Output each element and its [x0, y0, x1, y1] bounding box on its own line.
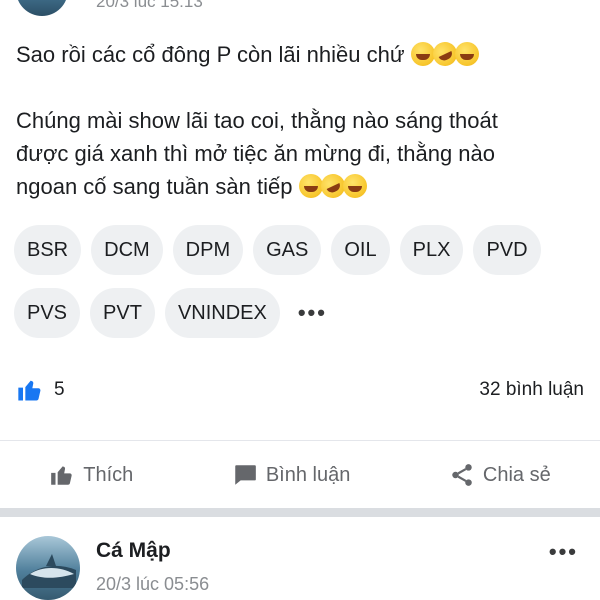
tag-chip[interactable]: OIL: [331, 225, 390, 275]
like-button[interactable]: Thích: [49, 462, 133, 488]
avatar[interactable]: [16, 536, 80, 600]
divider: [0, 440, 600, 441]
tag-row-1: BSR DCM DPM GAS OIL PLX PVD: [14, 225, 594, 275]
laughing-emoji-icon: [298, 174, 323, 198]
post-text-line: Chúng mài show lãi tao coi, thằng nào sá…: [16, 108, 498, 133]
stock-tags: BSR DCM DPM GAS OIL PLX PVD PVS PVT VNIN…: [14, 225, 594, 351]
share-button[interactable]: Chia sẻ: [449, 462, 551, 488]
like-count[interactable]: 5: [54, 379, 65, 401]
tag-chip[interactable]: PLX: [399, 225, 464, 275]
tag-chip[interactable]: VNINDEX: [164, 288, 280, 338]
avatar[interactable]: [16, 0, 68, 16]
post-timestamp[interactable]: 20/3 lúc 15:13: [96, 0, 203, 12]
share-button-label: Chia sẻ: [482, 463, 551, 486]
comment-icon: [235, 465, 256, 485]
previous-post-header: 20/3 lúc 15:13: [0, 0, 600, 22]
like-button-label: Thích: [83, 463, 134, 486]
tag-chip[interactable]: DCM: [91, 225, 163, 275]
shark-avatar-image: [22, 554, 76, 588]
laughing-emoji-icon: [410, 42, 435, 66]
post-stats: 5 32 bình luận: [16, 372, 584, 408]
post-text-line: ngoan cố sang tuần sàn tiếp: [16, 170, 586, 203]
tag-chip[interactable]: GAS: [253, 225, 322, 275]
more-tags-button[interactable]: •••: [298, 300, 327, 326]
post-text-paragraph-1: Sao rồi các cổ đông P còn lãi nhiều chứ: [16, 42, 405, 67]
comment-button-label: Bình luận: [265, 463, 351, 486]
tag-row-2: PVS PVT VNINDEX •••: [14, 288, 594, 338]
post-actions: Thích Bình luận Chia sẻ: [0, 452, 600, 498]
grinning-sweat-emoji-icon: [454, 42, 479, 66]
post-text-paragraph-2: Chúng mài show lãi tao coi, thằng nào sá…: [16, 104, 586, 203]
post-text-line: được giá xanh thì mở tiệc ăn mừng đi, th…: [16, 141, 496, 166]
tag-chip[interactable]: DPM: [172, 225, 244, 275]
tag-chip[interactable]: PVS: [14, 288, 81, 338]
tag-chip[interactable]: PVT: [90, 288, 155, 338]
post-timestamp[interactable]: 20/3 lúc 05:56: [96, 574, 209, 595]
thumbs-up-icon[interactable]: [16, 376, 44, 404]
more-options-button[interactable]: •••: [549, 539, 578, 565]
post-separator: [0, 508, 600, 517]
share-icon: [452, 464, 472, 486]
comment-count[interactable]: 32 bình luận: [479, 379, 584, 401]
tag-chip[interactable]: PVD: [473, 225, 541, 275]
grinning-sweat-emoji-icon: [342, 174, 367, 198]
next-post-header: Cá Mập 20/3 lúc 05:56 •••: [0, 517, 600, 600]
tag-chip[interactable]: BSR: [14, 225, 82, 275]
post-text-line-content: ngoan cố sang tuần sàn tiếp: [16, 174, 293, 199]
author-name[interactable]: Cá Mập: [96, 539, 171, 563]
post-text-line: Sao rồi các cổ đông P còn lãi nhiều chứ: [16, 38, 586, 71]
thumbs-up-icon: [51, 466, 72, 485]
comment-button[interactable]: Bình luận: [232, 462, 351, 488]
